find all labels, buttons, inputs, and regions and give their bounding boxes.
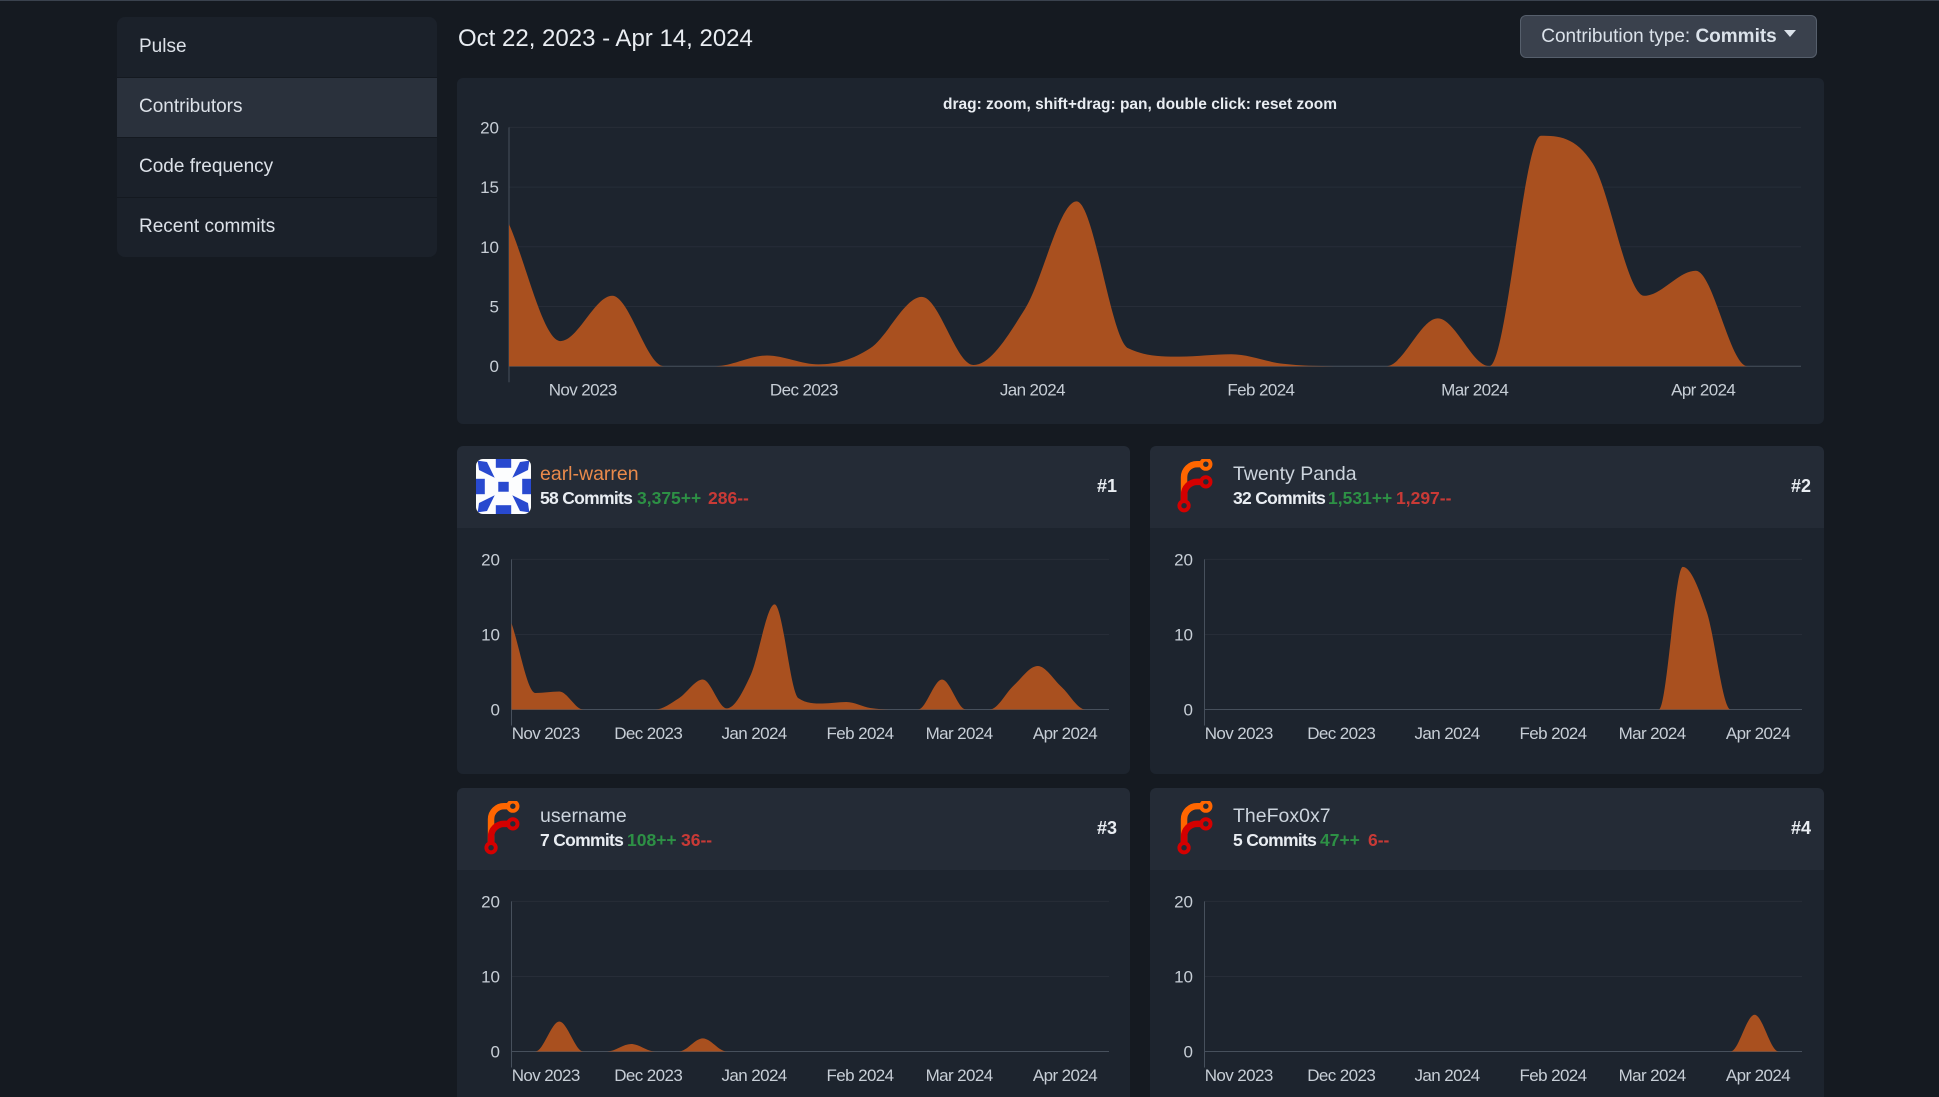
svg-text:Feb 2024: Feb 2024 [826,1066,893,1085]
svg-text:Feb 2024: Feb 2024 [1227,381,1294,400]
svg-text:Nov 2023: Nov 2023 [512,724,580,743]
svg-text:drag: zoom, shift+drag: pan, d: drag: zoom, shift+drag: pan, double clic… [943,96,1337,113]
svg-text:Dec 2023: Dec 2023 [1307,724,1375,743]
svg-text:20: 20 [1174,892,1193,911]
svg-text:Mar 2024: Mar 2024 [1441,381,1508,400]
svg-text:Dec 2023: Dec 2023 [770,381,838,400]
svg-text:Dec 2023: Dec 2023 [614,1066,682,1085]
svg-text:Mar 2024: Mar 2024 [926,1066,993,1085]
svg-text:Nov 2023: Nov 2023 [1205,724,1273,743]
svg-text:0: 0 [1184,1043,1193,1062]
svg-text:Mar 2024: Mar 2024 [1619,1066,1686,1085]
svg-text:0: 0 [491,701,500,720]
svg-text:Nov 2023: Nov 2023 [1205,1066,1273,1085]
svg-text:Feb 2024: Feb 2024 [1519,724,1586,743]
svg-text:10: 10 [1174,968,1193,987]
svg-text:20: 20 [480,118,499,137]
svg-text:20: 20 [481,550,500,569]
svg-text:Apr 2024: Apr 2024 [1033,1066,1097,1085]
svg-text:10: 10 [481,626,500,645]
svg-text:Apr 2024: Apr 2024 [1726,1066,1790,1085]
svg-text:Jan 2024: Jan 2024 [1415,1066,1480,1085]
svg-text:10: 10 [480,238,499,257]
svg-text:Mar 2024: Mar 2024 [926,724,993,743]
svg-text:0: 0 [491,1043,500,1062]
svg-text:Nov 2023: Nov 2023 [512,1066,580,1085]
svg-text:Apr 2024: Apr 2024 [1726,724,1790,743]
svg-text:0: 0 [1184,701,1193,720]
svg-text:Jan 2024: Jan 2024 [722,724,787,743]
svg-text:10: 10 [1174,626,1193,645]
svg-text:Mar 2024: Mar 2024 [1619,724,1686,743]
svg-text:Dec 2023: Dec 2023 [1307,1066,1375,1085]
svg-text:Jan 2024: Jan 2024 [722,1066,787,1085]
svg-text:20: 20 [1174,550,1193,569]
svg-text:Dec 2023: Dec 2023 [614,724,682,743]
svg-text:Nov 2023: Nov 2023 [549,381,617,400]
svg-text:10: 10 [481,968,500,987]
svg-text:Jan 2024: Jan 2024 [1415,724,1480,743]
svg-text:15: 15 [480,178,499,197]
svg-text:Apr 2024: Apr 2024 [1033,724,1097,743]
svg-text:Feb 2024: Feb 2024 [826,724,893,743]
svg-text:0: 0 [490,357,499,376]
svg-text:5: 5 [490,298,499,317]
svg-text:Apr 2024: Apr 2024 [1671,381,1735,400]
svg-text:Feb 2024: Feb 2024 [1519,1066,1586,1085]
svg-text:Jan 2024: Jan 2024 [1000,381,1065,400]
svg-text:20: 20 [481,892,500,911]
